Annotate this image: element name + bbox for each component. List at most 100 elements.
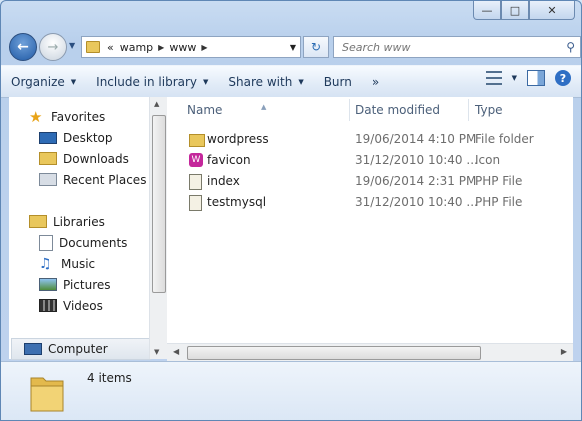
breadcrumb-arrow-icon[interactable]: ▶ [201, 43, 207, 52]
search-input[interactable] [340, 39, 554, 55]
breadcrumb-arrow-icon[interactable]: ▶ [158, 43, 164, 52]
scroll-thumb[interactable] [152, 115, 166, 293]
nav-pictures[interactable]: Pictures [39, 275, 111, 294]
recent-pages-dropdown[interactable]: ▼ [69, 41, 75, 50]
folder-icon [189, 134, 205, 147]
folder-icon [27, 370, 67, 414]
burn-button[interactable]: Burn [314, 70, 362, 93]
file-type: Icon [475, 153, 501, 167]
libraries-icon [29, 215, 47, 228]
burn-label: Burn [323, 74, 352, 89]
nav-downloads[interactable]: Downloads [39, 149, 129, 168]
organize-label: Organize [11, 74, 65, 89]
file-date: 19/06/2014 2:31 PM [355, 174, 477, 188]
folder-icon [86, 41, 100, 53]
address-row: ← → ▼ « wamp ▶ www ▶ ▼ ↻ ⚲ [9, 33, 581, 61]
nav-favorites[interactable]: ★ Favorites [29, 107, 105, 126]
nav-desktop-label: Desktop [63, 130, 113, 145]
file-row-favicon[interactable]: W favicon 31/12/2010 10:40 ... Icon [167, 150, 573, 171]
column-type[interactable]: Type [475, 103, 503, 117]
details-pane: 4 items [1, 361, 581, 420]
scroll-right-icon[interactable]: ▶ [561, 347, 567, 356]
address-bar[interactable]: « wamp ▶ www ▶ ▼ [81, 36, 301, 58]
nav-favorites-label: Favorites [51, 109, 106, 124]
file-name: wordpress [207, 132, 269, 146]
scroll-down-icon[interactable]: ▼ [154, 348, 159, 356]
nav-pictures-label: Pictures [63, 277, 111, 292]
maximize-button[interactable]: □ [501, 1, 529, 20]
refresh-button[interactable]: ↻ [303, 36, 329, 58]
nav-videos-label: Videos [63, 298, 103, 313]
file-name: testmysql [207, 195, 267, 209]
php-file-icon [189, 195, 202, 211]
command-bar: Organize ▼ Include in library ▼ Share wi… [1, 65, 581, 98]
star-icon: ★ [29, 107, 43, 126]
close-button[interactable]: ✕ [529, 1, 575, 20]
dropdown-arrow-icon: ▼ [203, 77, 209, 86]
breadcrumb-wamp[interactable]: wamp [120, 41, 153, 54]
file-row-testmysql[interactable]: testmysql 31/12/2010 10:40 ... PHP File [167, 192, 573, 213]
include-in-library-button[interactable]: Include in library ▼ [86, 70, 218, 93]
arrow-left-icon: ← [17, 39, 29, 55]
sort-ascending-icon: ▲ [261, 103, 267, 111]
organize-button[interactable]: Organize ▼ [1, 70, 86, 93]
nav-music-label: Music [61, 256, 96, 271]
change-view-icon[interactable] [485, 71, 502, 85]
nav-computer-label: Computer [48, 341, 108, 356]
item-count: 4 items [87, 371, 132, 385]
column-date-modified[interactable]: Date modified [355, 103, 440, 117]
scroll-left-icon[interactable]: ◀ [173, 347, 179, 356]
nav-vertical-scrollbar[interactable]: ▲ ▼ [149, 97, 167, 359]
file-row-index[interactable]: index 19/06/2014 2:31 PM PHP File [167, 171, 573, 192]
explorer-window: — □ ✕ ← → ▼ « wamp ▶ www ▶ ▼ ↻ ⚲ [0, 0, 582, 421]
file-type: PHP File [475, 174, 523, 188]
dropdown-arrow-icon: ▼ [298, 77, 304, 86]
nav-libraries-label: Libraries [53, 214, 105, 229]
downloads-icon [39, 152, 57, 165]
minimize-button[interactable]: — [473, 1, 501, 20]
search-box[interactable]: ⚲ [333, 36, 581, 58]
documents-icon [39, 234, 53, 251]
file-date: 19/06/2014 4:10 PM [355, 132, 477, 146]
breadcrumb-www[interactable]: www [169, 41, 196, 54]
scroll-up-icon[interactable]: ▲ [154, 100, 159, 108]
file-date: 31/12/2010 10:40 ... [355, 195, 478, 209]
nav-computer-item[interactable]: Computer [24, 339, 108, 358]
share-with-label: Share with [228, 74, 293, 89]
back-button[interactable]: ← [9, 33, 37, 61]
more-commands-label: » [371, 74, 380, 89]
column-headers: ▲ Name Date modified Type [167, 99, 573, 121]
nav-desktop[interactable]: Desktop [39, 128, 113, 147]
file-type: File folder [475, 132, 534, 146]
nav-recent-places[interactable]: Recent Places [39, 170, 146, 189]
nav-videos[interactable]: Videos [39, 296, 103, 315]
preview-pane-icon[interactable] [527, 70, 545, 86]
nav-libraries[interactable]: Libraries [29, 212, 105, 231]
include-in-library-label: Include in library [96, 74, 198, 89]
more-commands-button[interactable]: » [362, 70, 389, 93]
column-name[interactable]: Name [187, 103, 222, 117]
computer-icon [24, 342, 42, 355]
pictures-icon [39, 278, 57, 291]
desktop-icon [39, 131, 57, 144]
file-row-wordpress[interactable]: wordpress 19/06/2014 4:10 PM File folder [167, 129, 573, 150]
address-overflow[interactable]: « [107, 41, 114, 54]
file-horizontal-scrollbar[interactable]: ◀ ▶ [167, 343, 573, 361]
nav-documents-label: Documents [59, 235, 128, 250]
help-icon[interactable]: ? [555, 70, 571, 86]
search-icon[interactable]: ⚲ [566, 40, 575, 54]
nav-music[interactable]: ♫ Music [39, 254, 95, 273]
file-list: ▲ Name Date modified Type wordpress 19/0… [167, 97, 573, 359]
nav-downloads-label: Downloads [63, 151, 129, 166]
music-icon: ♫ [39, 255, 52, 272]
dropdown-arrow-icon: ▼ [70, 77, 77, 86]
nav-recent-places-label: Recent Places [63, 172, 147, 187]
address-dropdown-icon[interactable]: ▼ [290, 43, 296, 52]
nav-computer[interactable]: Computer [11, 338, 151, 360]
scroll-thumb[interactable] [187, 346, 481, 360]
forward-button[interactable]: → [39, 33, 67, 61]
view-dropdown-icon[interactable]: ▼ [512, 74, 517, 82]
share-with-button[interactable]: Share with ▼ [218, 70, 313, 93]
php-file-icon [189, 174, 202, 190]
nav-documents[interactable]: Documents [39, 233, 127, 252]
